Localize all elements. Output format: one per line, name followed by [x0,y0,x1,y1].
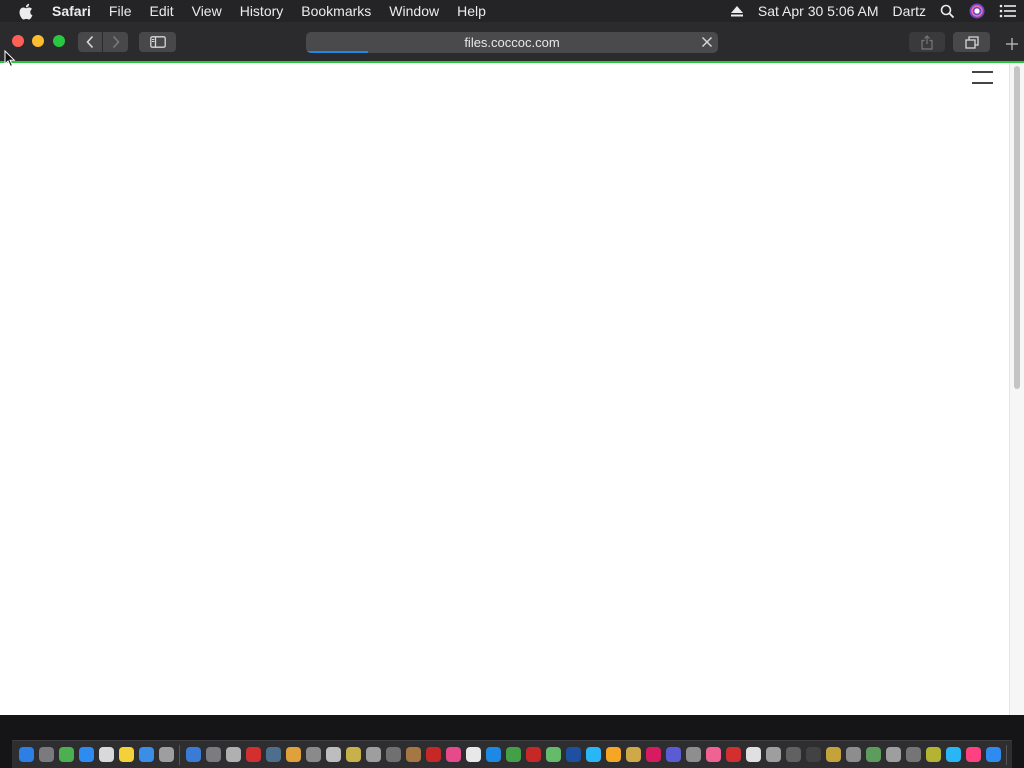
tab-overview-icon [964,35,979,49]
dock-app-icon[interactable] [225,747,241,762]
dock-app-icon[interactable] [725,747,741,762]
dock-app-icon[interactable] [78,747,94,762]
page-load-progress [306,51,368,53]
dock-app-icon[interactable] [158,747,174,762]
menu-view[interactable]: View [183,0,231,22]
dock-app-icon[interactable] [38,747,54,762]
dock-app-icon[interactable] [865,747,881,762]
dock-app-icon[interactable] [525,747,541,762]
siri-icon[interactable] [969,3,985,19]
notification-center-icon[interactable] [999,4,1017,18]
menu-window[interactable]: Window [380,0,448,22]
menu-bookmarks[interactable]: Bookmarks [292,0,380,22]
dock-app-icon[interactable] [925,747,941,762]
dock-app-icon[interactable] [345,747,361,762]
dock-app-icon[interactable] [138,747,154,762]
dock-app-icon[interactable] [785,747,801,762]
dock-app-icon[interactable] [905,747,921,762]
dock-app-icon[interactable] [425,747,441,762]
forward-icon [112,35,120,49]
dock-app-icon[interactable] [305,747,321,762]
dock-app-icon[interactable] [505,747,521,762]
dock-app-icon[interactable] [245,747,261,762]
dock-app-icon[interactable] [465,747,481,762]
menu-history[interactable]: History [231,0,293,22]
dock-app-icon[interactable] [625,747,641,762]
dock-app-icon[interactable] [805,747,821,762]
address-bar[interactable]: files.coccoc.com [306,32,718,53]
hamburger-menu-icon[interactable] [972,70,994,86]
forward-button[interactable] [103,32,128,52]
dock-app-icon[interactable] [705,747,721,762]
new-tab-button[interactable] [1000,34,1024,54]
dock-app-icon[interactable] [365,747,381,762]
dock-app-icon[interactable] [745,747,761,762]
dock-app-icon[interactable] [265,747,281,762]
menu-edit[interactable]: Edit [140,0,182,22]
dock-app-icon[interactable] [885,747,901,762]
share-button[interactable] [909,32,945,52]
share-icon [921,34,933,50]
spotlight-search-icon[interactable] [940,4,955,19]
dock-app-icon[interactable] [18,747,34,762]
dock-app-icon[interactable] [665,747,681,762]
dock-app-icon[interactable] [765,747,781,762]
web-page-content[interactable] [0,63,1024,715]
dock-app-icon[interactable] [945,747,961,762]
dock-separator [179,744,180,765]
zoom-window-button[interactable] [53,35,65,47]
dock-app-icon[interactable] [825,747,841,762]
menubar-user[interactable]: Dartz [893,3,926,19]
menu-bar: Safari File Edit View History Bookmarks … [0,0,1024,22]
dock-app-icon[interactable] [645,747,661,762]
dock-app-icon[interactable] [58,747,74,762]
back-button[interactable] [78,32,102,52]
dock-app-icon[interactable] [285,747,301,762]
mouse-pointer-icon [4,50,16,68]
dock-separator [1006,744,1007,765]
dock-app-icon[interactable] [585,747,601,762]
dock-app-icon[interactable] [185,747,201,762]
menu-help[interactable]: Help [448,0,495,22]
dock-app-icon[interactable] [445,747,461,762]
stop-loading-icon[interactable] [700,35,714,49]
dock-app-icon[interactable] [545,747,561,762]
dock-app-icon[interactable] [118,747,134,762]
dock-app-icon[interactable] [605,747,621,762]
scrollbar-thumb[interactable] [1014,66,1020,389]
dock-app-icon[interactable] [485,747,501,762]
tab-overview-button[interactable] [953,32,990,52]
dock-app-icon[interactable] [985,747,1001,762]
minimize-window-button[interactable] [32,35,44,47]
dock-app-icon[interactable] [685,747,701,762]
new-tab-icon [1006,38,1018,50]
address-bar-url: files.coccoc.com [464,35,560,50]
dock-app-icon[interactable] [565,747,581,762]
browser-toolbar: files.coccoc.com [0,22,1024,62]
apple-menu-icon[interactable] [18,3,38,20]
menu-file[interactable]: File [100,0,141,22]
dock-app-icon[interactable] [405,747,421,762]
close-window-button[interactable] [12,35,24,47]
menubar-clock[interactable]: Sat Apr 30 5:06 AM [758,3,879,19]
dock-app-icon[interactable] [205,747,221,762]
dock [12,740,1012,768]
back-icon [86,35,94,49]
dock-app-icon[interactable] [325,747,341,762]
dock-app-icon[interactable] [845,747,861,762]
dock-app-icon[interactable] [965,747,981,762]
sidebar-toggle-button[interactable] [139,32,176,52]
dock-app-icon[interactable] [98,747,114,762]
menu-app-safari[interactable]: Safari [52,0,100,22]
dock-app-icon[interactable] [385,747,401,762]
eject-icon[interactable] [730,5,744,17]
sidebar-icon [149,36,166,48]
page-scrollbar[interactable] [1009,63,1024,715]
